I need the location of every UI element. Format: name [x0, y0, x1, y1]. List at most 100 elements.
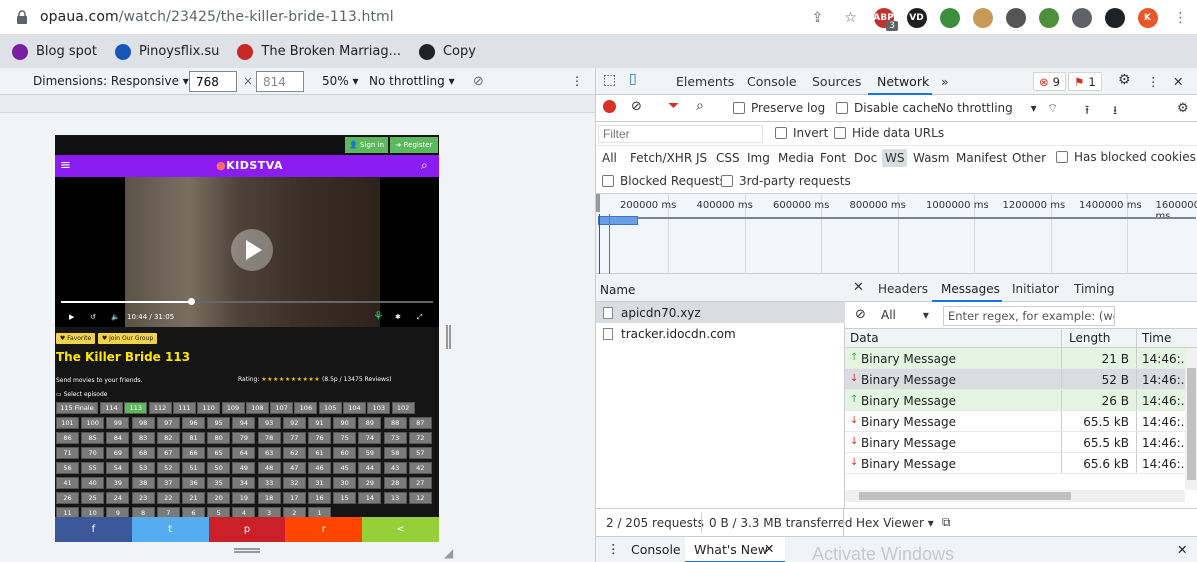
network-overview[interactable]: 200000 ms 400000 ms 600000 ms 800000 ms 1000…: [596, 194, 1197, 274]
type-filter-doc[interactable]: Doc: [854, 151, 877, 165]
episode-button[interactable]: 44: [358, 462, 382, 474]
episode-button[interactable]: 75: [333, 432, 357, 444]
episode-button[interactable]: 109: [221, 402, 245, 414]
rating-stars[interactable]: ★★★★★★★★★★: [261, 376, 320, 383]
disable-cache-checkbox[interactable]: Disable cache: [836, 101, 938, 115]
regex-input[interactable]: Enter regex, for example: (web): [943, 306, 1115, 326]
episode-button[interactable]: 55: [81, 462, 105, 474]
volume-icon[interactable]: 🔈: [111, 313, 120, 321]
record-icon[interactable]: [603, 100, 616, 113]
episode-button[interactable]: 29: [358, 477, 382, 489]
rewind-icon[interactable]: ↺: [90, 313, 96, 321]
episode-button[interactable]: 36: [182, 477, 205, 489]
episode-button[interactable]: 54: [106, 462, 130, 474]
third-party-checkbox[interactable]: 3rd-party requests: [721, 174, 851, 188]
blocked-cookies-checkbox[interactable]: Has blocked cookies: [1056, 150, 1196, 164]
share-button[interactable]: p: [208, 517, 286, 542]
episode-button[interactable]: 26: [56, 492, 79, 504]
episode-button[interactable]: 14: [358, 492, 382, 504]
globe-ext-icon[interactable]: [933, 7, 966, 29]
drawer-tab-console[interactable]: Console: [631, 542, 681, 557]
episode-button[interactable]: 56: [56, 462, 79, 474]
type-filter-wasm[interactable]: Wasm: [913, 151, 949, 165]
episode-button[interactable]: 25: [81, 492, 105, 504]
episode-button[interactable]: 16: [308, 492, 331, 504]
episode-button[interactable]: 108: [245, 402, 269, 414]
message-row[interactable]: ↓Binary Message 65.5 kB 14:46:...: [845, 432, 1185, 453]
episode-button[interactable]: 84: [106, 432, 130, 444]
episode-button[interactable]: 74: [358, 432, 382, 444]
episode-button[interactable]: 45: [333, 462, 357, 474]
length-column-header[interactable]: Length: [1069, 331, 1110, 345]
error-counter[interactable]: ⊗ 9: [1033, 72, 1066, 91]
warning-counter[interactable]: ⚑ 1: [1068, 72, 1102, 91]
episode-button[interactable]: 81: [182, 432, 205, 444]
devtools-more-icon[interactable]: ⋮: [1147, 74, 1160, 89]
sidepanel-icon[interactable]: [1098, 7, 1131, 29]
details-tab-initiator[interactable]: Initiator: [1012, 282, 1059, 296]
search-icon[interactable]: ⌕: [421, 158, 428, 173]
episode-button[interactable]: 78: [257, 432, 281, 444]
episode-button[interactable]: 72: [408, 432, 432, 444]
episode-button[interactable]: 68: [131, 447, 155, 459]
import-har-icon[interactable]: ⭱: [1085, 101, 1089, 122]
device-more-icon[interactable]: ⋮: [571, 74, 583, 88]
episode-button[interactable]: 83: [131, 432, 155, 444]
episode-button[interactable]: 94: [232, 417, 256, 429]
timeline-left-handle[interactable]: [596, 194, 600, 212]
more-tabs-icon[interactable]: »: [941, 74, 949, 89]
play-icon[interactable]: ▶: [69, 313, 74, 321]
type-filter-other[interactable]: Other: [1012, 151, 1046, 165]
clear-icon[interactable]: ⊘: [631, 99, 642, 114]
episode-button[interactable]: 67: [156, 447, 180, 459]
episode-button[interactable]: 43: [383, 462, 407, 474]
url-text[interactable]: opaua.com/watch/23425/the-killer-bride-1…: [40, 9, 394, 25]
abp-icon[interactable]: ABP 3: [867, 7, 900, 31]
episode-button[interactable]: 95: [207, 417, 231, 429]
episode-button[interactable]: 49: [232, 462, 256, 474]
search-network-icon[interactable]: ⌕: [696, 98, 704, 114]
episode-button[interactable]: 51: [182, 462, 205, 474]
episode-button[interactable]: 89: [358, 417, 382, 429]
messages-horizontal-scrollbar[interactable]: [845, 490, 1185, 502]
episode-button[interactable]: 53: [131, 462, 155, 474]
episode-button[interactable]: 31: [308, 477, 331, 489]
name-column-header[interactable]: Name: [596, 274, 845, 302]
register-button[interactable]: ➜ Register: [390, 137, 438, 153]
request-row[interactable]: tracker.idocdn.com: [596, 323, 845, 344]
episode-button[interactable]: 58: [383, 447, 407, 459]
type-filter-ws[interactable]: WS: [882, 149, 908, 167]
episode-button[interactable]: 107: [270, 402, 294, 414]
episode-button[interactable]: 32: [282, 477, 306, 489]
episode-button[interactable]: 71: [56, 447, 79, 459]
episode-button[interactable]: 46: [308, 462, 331, 474]
video-progress-bar[interactable]: [61, 298, 433, 305]
episode-button[interactable]: 100: [81, 417, 105, 429]
settings-icon[interactable]: ⚙: [1118, 72, 1131, 88]
type-filter-fetch-xhr[interactable]: Fetch/XHR: [630, 151, 692, 165]
address-bar[interactable]: opaua.com/watch/23425/the-killer-bride-1…: [0, 0, 1197, 35]
devtools-tab-elements[interactable]: Elements: [676, 74, 734, 89]
time-column-header[interactable]: Time: [1142, 331, 1171, 345]
episode-button[interactable]: 66: [182, 447, 205, 459]
viewport-bottom-handle[interactable]: [234, 548, 260, 553]
episode-button[interactable]: 50: [207, 462, 231, 474]
episode-button[interactable]: 97: [156, 417, 180, 429]
share-button[interactable]: r: [285, 517, 363, 542]
episode-button[interactable]: 96: [182, 417, 205, 429]
episode-button[interactable]: 88: [383, 417, 407, 429]
share-button[interactable]: f: [55, 517, 132, 542]
close-drawer-icon[interactable]: ✕: [1177, 542, 1187, 557]
copy-icon[interactable]: ⧉: [942, 515, 951, 530]
episode-button[interactable]: 93: [257, 417, 281, 429]
drawer-menu-icon[interactable]: ⋮: [607, 541, 620, 556]
episode-button[interactable]: 73: [383, 432, 407, 444]
robot-ext-icon[interactable]: [999, 7, 1032, 29]
episode-button[interactable]: 24: [106, 492, 130, 504]
dropper-ext-icon[interactable]: [1032, 7, 1065, 29]
episode-button[interactable]: 35: [207, 477, 231, 489]
devtools-tab-network[interactable]: Network: [877, 74, 929, 89]
details-tab-messages[interactable]: Messages: [941, 282, 1000, 296]
timeline-selection[interactable]: [598, 216, 638, 225]
message-row[interactable]: ↑Binary Message 21 B 14:46:...: [845, 348, 1185, 369]
